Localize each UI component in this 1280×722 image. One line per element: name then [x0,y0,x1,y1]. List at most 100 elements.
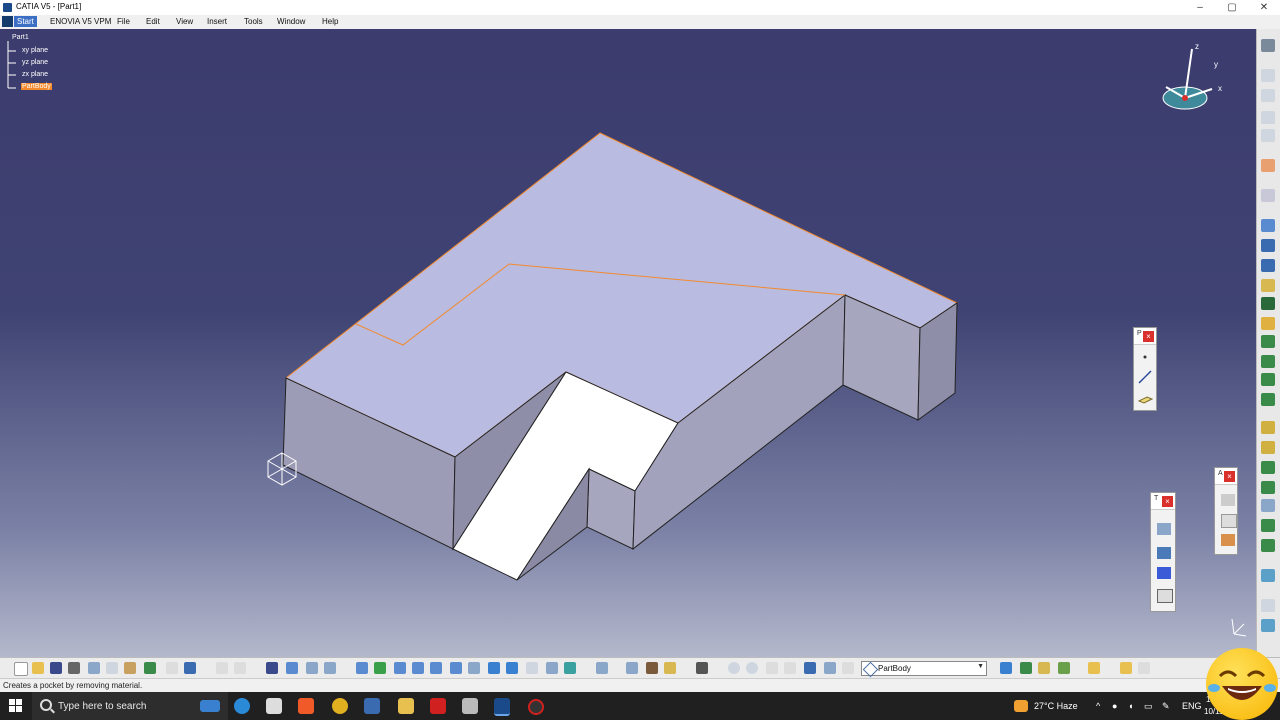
floating-toolbar-a[interactable]: A × [1214,467,1238,555]
measure-item-icon[interactable] [784,662,796,674]
apply-material-icon-2[interactable] [664,662,676,674]
groove-icon[interactable] [1261,259,1275,272]
compass-reset-icon[interactable] [746,662,758,674]
mirror-icon[interactable] [1157,547,1171,559]
chevron-down-icon[interactable]: ▼ [977,663,984,670]
toolbar-icon-4[interactable] [1261,129,1275,142]
normal-view-icon[interactable] [468,662,480,674]
snap-icon[interactable] [286,662,298,674]
toolbar-icon-3[interactable] [1261,111,1275,124]
slot-icon[interactable] [1261,317,1275,330]
rib-icon[interactable] [1261,297,1275,310]
analysis-icon[interactable] [1221,514,1237,528]
knowledge-icon[interactable] [234,662,246,674]
pad-icon[interactable] [1261,189,1275,202]
shell-icon[interactable] [1261,461,1275,474]
pocket-icon[interactable] [1261,219,1275,232]
fly-mode-icon[interactable] [356,662,368,674]
new-icon[interactable] [14,662,28,676]
file-explorer-icon[interactable] [398,698,414,714]
toolbar-icon-5[interactable] [1261,599,1275,612]
menu-help[interactable]: Help [322,17,338,26]
hide-show-icon[interactable] [546,662,558,674]
undo-icon[interactable] [144,662,156,674]
catia-logo-icon[interactable] [2,16,13,27]
check-icon[interactable] [1138,662,1150,674]
hole-icon[interactable] [1261,279,1275,292]
menu-file[interactable]: File [117,17,130,26]
insert-body-icon[interactable] [646,662,658,674]
tray-volume-icon[interactable]: ◖ [1128,701,1133,711]
recorder-icon[interactable] [528,699,544,715]
floating-toolbar-p[interactable]: P × [1133,327,1157,411]
close-button[interactable]: ✕ [1248,0,1280,15]
edge-fillet-icon[interactable] [1261,393,1275,406]
axis-system-icon[interactable] [626,662,638,674]
grid-icon[interactable] [266,662,278,674]
surface-icon[interactable] [1058,662,1070,674]
menu-edit[interactable]: Edit [146,17,160,26]
tray-mic-icon[interactable]: ● [1112,701,1117,711]
floating-toolbar-p-icons[interactable] [1134,345,1156,409]
zoom-out-icon[interactable] [450,662,462,674]
language-indicator[interactable]: ENG [1182,701,1202,711]
translate-icon[interactable] [1157,523,1171,535]
thread-icon[interactable] [1261,499,1275,512]
close-icon[interactable]: × [1224,471,1235,482]
acrobat-icon[interactable] [430,698,446,714]
fit-all-icon[interactable] [374,662,386,674]
3d-viewport[interactable]: Part1 xy plane yz plane zx plane PartBod… [0,29,1256,657]
news-widget-icon[interactable] [200,700,220,712]
edge-icon[interactable] [234,698,250,714]
current-body-select[interactable]: PartBody ▼ [861,661,987,678]
datum-icon[interactable] [804,662,816,674]
iso-view-icon[interactable] [506,662,518,674]
swap-visible-icon[interactable] [564,662,576,674]
notes-icon[interactable] [364,698,380,714]
multi-view-icon[interactable] [488,662,500,674]
close-icon[interactable]: × [1162,496,1173,507]
chamfer-icon[interactable] [1261,421,1275,434]
remove-face-icon[interactable] [1261,519,1275,532]
brave-icon[interactable] [298,698,314,714]
paste-icon[interactable] [124,662,136,674]
toolbar-icon-2[interactable] [1261,89,1275,102]
toolbar-icon-6[interactable] [1261,619,1275,632]
stiffener-icon[interactable] [1261,335,1275,348]
taskbar-search-box[interactable]: Type here to search [32,692,228,720]
rotate-icon[interactable] [412,662,424,674]
cut-icon[interactable] [88,662,100,674]
menu-insert[interactable]: Insert [207,17,227,26]
rec-macro-icon[interactable] [1221,494,1235,506]
tray-chevron-icon[interactable]: ^ [1096,701,1100,711]
redo-icon[interactable] [166,662,178,674]
draft-icon[interactable] [1261,441,1275,454]
loft-icon[interactable] [1261,355,1275,368]
apply-material-icon[interactable] [1221,534,1235,546]
part-geometry[interactable]: y x z [0,29,1256,657]
menu-window[interactable]: Window [277,17,305,26]
sketcher-icon[interactable] [1261,159,1275,172]
zoom-in-icon[interactable] [430,662,442,674]
thickness-icon[interactable] [1261,481,1275,494]
copy-icon[interactable] [106,662,118,674]
measure-between-icon[interactable] [766,662,778,674]
menu-view[interactable]: View [176,17,193,26]
tray-battery-icon[interactable]: ▭ [1144,701,1153,712]
shaft-icon[interactable] [1261,239,1275,252]
constraint-icon[interactable] [824,662,836,674]
formula-icon[interactable] [216,662,228,674]
catia-taskbar-icon[interactable] [494,698,510,716]
weather-text[interactable]: 27°C Haze [1034,701,1078,711]
floating-toolbar-t[interactable]: T × [1150,492,1176,612]
menu-start[interactable]: Start [14,16,37,27]
app-icon[interactable] [462,698,478,714]
pan-icon[interactable] [394,662,406,674]
save-icon[interactable] [50,662,62,674]
minimize-button[interactable]: – [1184,0,1216,15]
scaling-icon[interactable] [1157,589,1173,603]
sync-icon[interactable] [728,662,740,674]
chrome-icon[interactable] [332,698,348,714]
split-icon[interactable] [1261,539,1275,552]
pattern-icon[interactable] [1157,567,1171,579]
